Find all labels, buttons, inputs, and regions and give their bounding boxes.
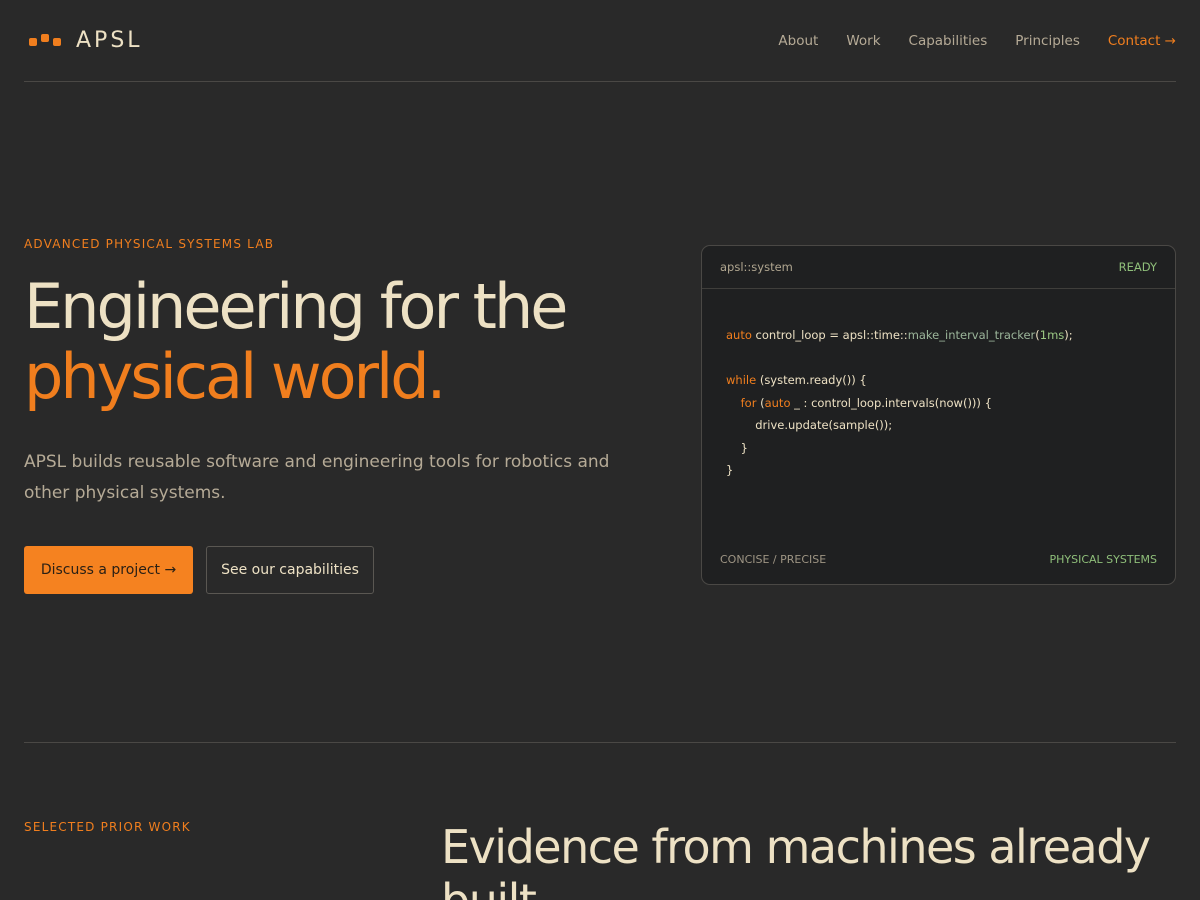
code-token: drive.update(sample()); [726, 418, 893, 432]
code-card-footer: CONCISE / PRECISE PHYSICAL SYSTEMS [720, 553, 1157, 566]
code-token: } [726, 463, 734, 477]
status-badge: READY [1118, 260, 1157, 274]
hero-eyebrow: ADVANCED PHYSICAL SYSTEMS LAB [24, 237, 275, 251]
work-eyebrow: SELECTED PRIOR WORK [24, 820, 191, 834]
nav-item-about[interactable]: About [778, 33, 818, 49]
hero-headline: Engineering for the physical world. [24, 272, 684, 412]
code-token: } [726, 440, 748, 455]
discuss-project-button[interactable]: Discuss a project → [24, 546, 193, 594]
brand-name: APSL [76, 28, 143, 53]
code-card: apsl::system READY auto control_loop = a… [701, 245, 1176, 585]
code-token: ); [1064, 328, 1073, 342]
site-header: APSL About Work Capabilities Principles … [24, 0, 1176, 82]
code-line: for (auto _ : control_loop.intervals(now… [726, 392, 1073, 415]
nav-item-work[interactable]: Work [846, 33, 880, 49]
code-line: while (system.ready()) { [726, 369, 1073, 392]
code-card-title: apsl::system [720, 260, 793, 274]
page: APSL About Work Capabilities Principles … [0, 0, 1200, 900]
work-title: Evidence from machines already built. [441, 820, 1151, 900]
code-snippet: auto control_loop = apsl::time::make_int… [726, 324, 1073, 482]
logo[interactable]: APSL [24, 28, 143, 53]
code-token: 1ms [1039, 328, 1065, 342]
code-line: } [726, 459, 1073, 482]
code-token: while [726, 373, 757, 387]
nav-item-capabilities[interactable]: Capabilities [909, 33, 988, 49]
logo-mark-icon [24, 31, 61, 51]
code-token: for [740, 395, 757, 410]
headline-line-1: Engineering for the [24, 270, 568, 343]
code-token: auto [764, 395, 791, 410]
nav-item-contact[interactable]: Contact → [1108, 33, 1176, 49]
code-line: auto control_loop = apsl::time::make_int… [726, 324, 1073, 347]
see-capabilities-button[interactable]: See our capabilities [206, 546, 374, 594]
code-token: auto [726, 328, 752, 342]
main-nav: About Work Capabilities Principles Conta… [778, 33, 1176, 49]
hero-lede: APSL builds reusable software and engine… [24, 452, 610, 503]
code-line: } [726, 437, 1073, 460]
code-line: drive.update(sample()); [726, 414, 1073, 437]
code-token: ( [756, 395, 765, 410]
code-card-footer-left: CONCISE / PRECISE [720, 553, 827, 566]
section-divider [24, 742, 1176, 743]
code-card-header: apsl::system READY [702, 246, 1175, 289]
code-token: _ : control_loop.intervals(now())) { [790, 395, 992, 410]
nav-item-principles[interactable]: Principles [1015, 33, 1080, 49]
code-token: (system.ready()) { [756, 373, 867, 387]
code-card-footer-right: PHYSICAL SYSTEMS [1049, 553, 1157, 566]
code-token: make_interval_tracker [907, 328, 1036, 342]
code-token: control_loop = apsl::time:: [751, 328, 908, 342]
headline-line-2: physical world. [24, 340, 446, 413]
